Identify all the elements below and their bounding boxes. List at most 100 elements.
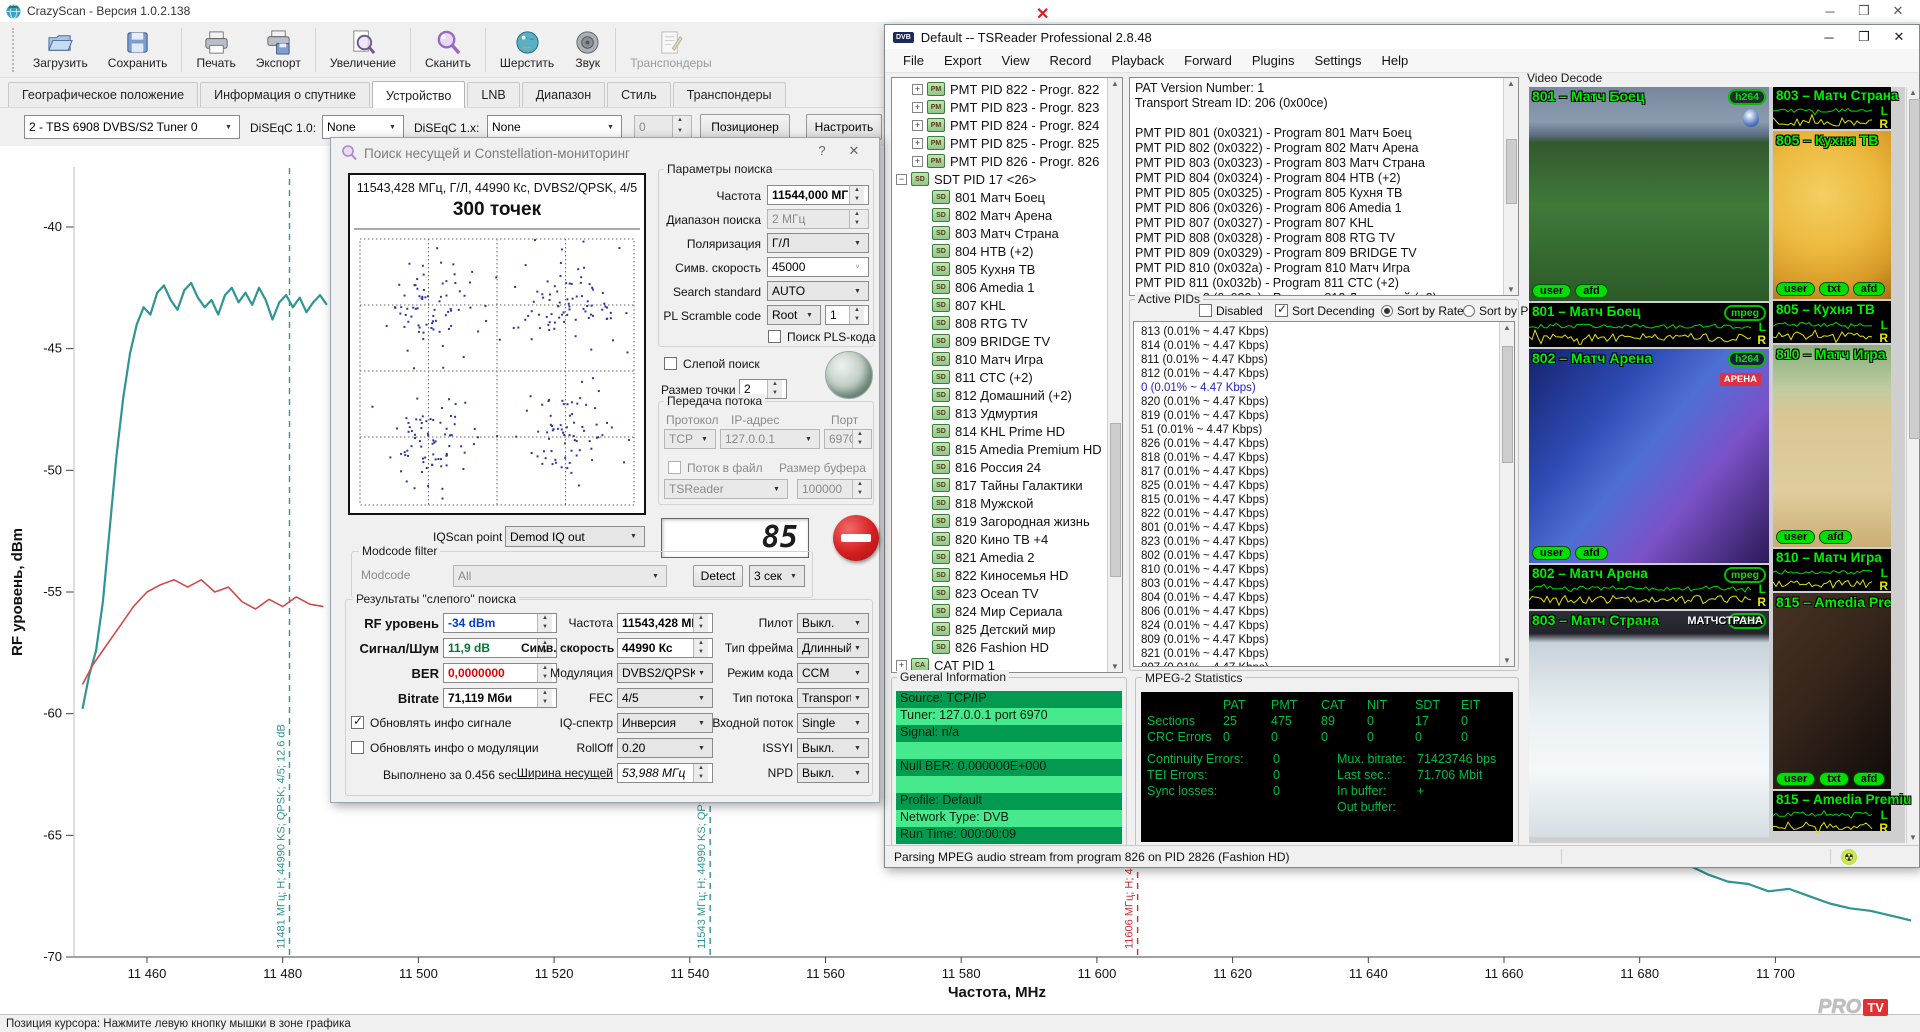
diseqc1x-select[interactable]: None▼ xyxy=(487,115,622,139)
range-input[interactable]: 2 МГц▲▼ xyxy=(767,209,869,229)
detect-time-select[interactable]: 3 сек▼ xyxy=(749,565,805,587)
close-icon[interactable]: ✕ xyxy=(841,143,867,163)
tuner-select[interactable]: 2 - TBS 6908 DVBS/S2 Tuner 0▼ xyxy=(24,115,240,139)
help-icon[interactable]: ? xyxy=(809,143,835,163)
res-rolloff-select[interactable]: 0.20▼ xyxy=(617,738,713,758)
sweep-button[interactable]: Шерстить xyxy=(490,25,564,75)
video-thumbnail[interactable]: 802 – Матч Аренаh264АРЕНАuserafd xyxy=(1529,349,1769,563)
detect-button[interactable]: Detect xyxy=(693,565,743,587)
audio-strip[interactable]: 803 – Матч СтранаLR xyxy=(1773,87,1891,129)
pid-list-item[interactable]: 803 (0.01% ~ 4.47 Kbps) xyxy=(1141,578,1514,592)
tab[interactable]: LNB xyxy=(467,82,519,107)
disabled-checkbox[interactable] xyxy=(1199,304,1212,317)
video-thumbnail[interactable]: 810 – Матч Играuserafd xyxy=(1773,345,1891,547)
minimize-icon[interactable]: ─ xyxy=(1816,4,1844,19)
tree-item[interactable]: SD 823 Ocean TV xyxy=(892,584,1122,602)
tree-item[interactable]: SD 821 Amedia 2 xyxy=(892,548,1122,566)
pids-scrollbar[interactable]: ▲▼ xyxy=(1499,322,1514,666)
pl-scramble-mode[interactable]: Root▼ xyxy=(767,305,821,325)
video-scrollbar[interactable]: ▲▼ xyxy=(1906,87,1919,843)
zoom-button[interactable]: Увеличение xyxy=(320,25,406,75)
tree-item[interactable]: SD 816 Россия 24 xyxy=(892,458,1122,476)
pl-scramble-value[interactable]: 1▲▼ xyxy=(825,305,869,325)
dialog-titlebar[interactable]: Поиск несущей и Constellation-мониторинг xyxy=(331,138,879,168)
tree-item[interactable]: SD 801 Матч Боец xyxy=(892,188,1122,206)
pid-list-item[interactable]: 821 (0.01% ~ 4.47 Kbps) xyxy=(1141,648,1514,662)
res-bw-value[interactable]: 53,988 МГц▲▼ xyxy=(617,763,713,783)
close-icon-red[interactable]: ✕ xyxy=(1036,4,1049,24)
tab[interactable]: Стиль xyxy=(607,82,671,107)
tree-item[interactable]: SD 811 СТС (+2) xyxy=(892,368,1122,386)
sort-by-rate-radio[interactable] xyxy=(1381,305,1393,317)
video-thumbnail[interactable]: 815 – Amedia Premiuusertxtafd xyxy=(1773,593,1891,789)
pat-scrollbar[interactable]: ▲▼ xyxy=(1503,78,1518,295)
tree-item[interactable]: SD 820 Кино ТВ +4 xyxy=(892,530,1122,548)
pid-list-item[interactable]: 812 (0.01% ~ 4.47 Kbps) xyxy=(1141,368,1514,382)
tree-item[interactable]: SD 808 RTG TV xyxy=(892,314,1122,332)
pid-list-item[interactable]: 804 (0.01% ~ 4.47 Kbps) xyxy=(1141,592,1514,606)
expand-icon[interactable]: + xyxy=(912,120,923,131)
tree-item[interactable]: SD 817 Тайны Галактики xyxy=(892,476,1122,494)
pid-list-item[interactable]: 822 (0.01% ~ 4.47 Kbps) xyxy=(1141,508,1514,522)
tree-item[interactable]: SD 814 KHL Prime HD xyxy=(892,422,1122,440)
video-thumbnail[interactable]: 805 – Кухня ТВusertxtafd xyxy=(1773,131,1891,299)
tree-item[interactable]: + PM PMT PID 825 - Progr. 825 xyxy=(892,134,1122,152)
expand-icon[interactable]: + xyxy=(912,84,923,95)
tree-item[interactable]: SD 802 Матч Арена xyxy=(892,206,1122,224)
pid-list-item[interactable]: 824 (0.01% ~ 4.47 Kbps) xyxy=(1141,620,1514,634)
buffer-size-stepper[interactable]: 100000▲▼ xyxy=(797,479,872,499)
blind-search-checkbox[interactable] xyxy=(664,357,677,370)
audio-strip[interactable]: 805 – Кухня ТВLR xyxy=(1773,301,1891,343)
sound-button[interactable]: Звук xyxy=(564,25,611,75)
expand-icon[interactable]: + xyxy=(912,138,923,149)
res-fec-select[interactable]: 4/5▼ xyxy=(617,688,713,708)
tab[interactable]: Информация о спутнике xyxy=(200,82,370,107)
tree-item[interactable]: SD 806 Amedia 1 xyxy=(892,278,1122,296)
stream-type-select[interactable]: Transport▼ xyxy=(797,688,869,708)
menu-item[interactable]: Forward xyxy=(1174,51,1242,70)
tree-item[interactable]: SD 805 Кухня ТВ xyxy=(892,260,1122,278)
pat-text-pane[interactable]: PAT Version Number: 1Transport Stream ID… xyxy=(1129,77,1519,296)
npd-select[interactable]: Выкл.▼ xyxy=(797,763,869,783)
pid-list-item[interactable]: 825 (0.01% ~ 4.47 Kbps) xyxy=(1141,480,1514,494)
iqscan-select[interactable]: Demod IQ out▼ xyxy=(505,526,645,547)
tab[interactable]: Транспондеры xyxy=(673,82,786,107)
reader-select[interactable]: TSReader▼ xyxy=(664,479,788,499)
pid-list-item[interactable]: 811 (0.01% ~ 4.47 Kbps) xyxy=(1141,354,1514,368)
pilot-select[interactable]: Выкл.▼ xyxy=(797,613,869,633)
menu-item[interactable]: Record xyxy=(1039,51,1101,70)
pid-list-item[interactable]: 820 (0.01% ~ 4.47 Kbps) xyxy=(1141,396,1514,410)
pid-list-item[interactable]: 810 (0.01% ~ 4.47 Kbps) xyxy=(1141,564,1514,578)
pid-list-item[interactable]: 809 (0.01% ~ 4.47 Kbps) xyxy=(1141,634,1514,648)
tree-item[interactable]: SD 826 Fashion HD xyxy=(892,638,1122,656)
tab[interactable]: Диапазон xyxy=(522,82,605,107)
pid-list-item[interactable]: 801 (0.01% ~ 4.47 Kbps) xyxy=(1141,522,1514,536)
menu-item[interactable]: Help xyxy=(1371,51,1418,70)
pid-list-item[interactable]: 806 (0.01% ~ 4.47 Kbps) xyxy=(1141,606,1514,620)
tree-item[interactable]: SD 807 KHL xyxy=(892,296,1122,314)
scan-button[interactable]: Сканить xyxy=(415,25,481,75)
crazyscan-titlebar[interactable]: CrazyScan - Версия 1.0.2.138 ─ ❐ ✕ xyxy=(0,0,1920,22)
symbolrate-combo[interactable]: 45000˅ xyxy=(767,257,869,277)
freq-input[interactable]: 11544,000 МГц▲▼ xyxy=(767,185,869,205)
audio-strip[interactable]: 802 – Матч АренаmpegLR xyxy=(1529,565,1769,609)
video-thumbnail[interactable]: 803 – Матч Странаh264МАТЧСТРАНА xyxy=(1529,611,1769,837)
print-button[interactable]: Печать xyxy=(186,25,245,75)
tree-item[interactable]: + PM PMT PID 826 - Progr. 826 xyxy=(892,152,1122,170)
expand-icon[interactable]: + xyxy=(896,660,907,671)
update-modulation-checkbox[interactable] xyxy=(351,741,364,754)
pid-list-item[interactable]: 0 (0.01% ~ 4.47 Kbps) xyxy=(1141,382,1514,396)
tree-item[interactable]: SD 810 Матч Игра xyxy=(892,350,1122,368)
transponders-button[interactable]: Транспондеры xyxy=(620,25,721,75)
tree-item[interactable]: SD 813 Удмуртия xyxy=(892,404,1122,422)
pid-list-item[interactable]: 802 (0.01% ~ 4.47 Kbps) xyxy=(1141,550,1514,564)
minimize-icon[interactable]: ─ xyxy=(1815,30,1843,45)
tree-item[interactable]: + PM PMT PID 823 - Progr. 823 xyxy=(892,98,1122,116)
stop-button[interactable] xyxy=(833,515,879,561)
pid-list-item[interactable]: 826 (0.01% ~ 4.47 Kbps) xyxy=(1141,438,1514,452)
close-icon[interactable]: ✕ xyxy=(1884,3,1912,19)
tree-item[interactable]: SD 804 НТВ (+2) xyxy=(892,242,1122,260)
tree-scrollbar[interactable]: ▲▼ xyxy=(1107,78,1122,672)
res-iq-select[interactable]: Инверсия▼ xyxy=(617,713,713,733)
update-signal-checkbox[interactable] xyxy=(351,716,364,729)
